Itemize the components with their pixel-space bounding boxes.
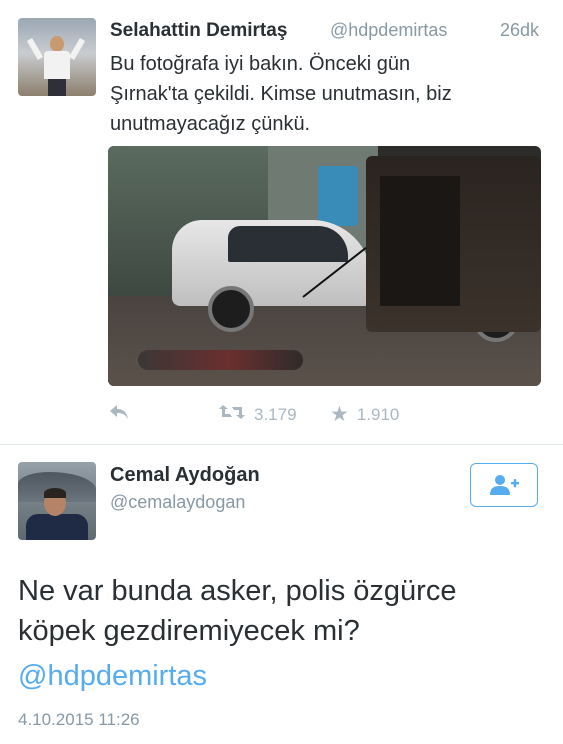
- reply-icon: [108, 402, 130, 428]
- author-handle[interactable]: @hdpdemirtas: [330, 20, 447, 41]
- follow-button[interactable]: [470, 463, 538, 507]
- tweet-text-line: unutmayacağız çünkü.: [110, 113, 311, 135]
- avatar[interactable]: [18, 462, 96, 540]
- retweet-icon: [218, 402, 246, 428]
- avatar[interactable]: [18, 18, 96, 96]
- tweet-1: Selahattin Demirtaş @hdpdemirtas 26dk Bu…: [0, 0, 563, 445]
- tweet-text-line: Şırnak'ta çekildi. Kimse unutmasın, biz: [110, 83, 452, 105]
- retweet-button[interactable]: 3.179: [218, 402, 297, 428]
- divider: [0, 444, 563, 445]
- author-handle[interactable]: @cemalaydogan: [110, 492, 245, 513]
- author-name[interactable]: Selahattin Demirtaş: [110, 20, 287, 42]
- tweet-actions: 3.179 ★ 1.910: [108, 402, 548, 428]
- tweet-time[interactable]: 26dk: [500, 20, 539, 41]
- tweet-photo[interactable]: [108, 146, 541, 386]
- star-icon: ★: [330, 403, 349, 426]
- reply-button[interactable]: [108, 402, 138, 428]
- favorite-count: 1.910: [356, 405, 400, 424]
- add-user-icon: [488, 473, 520, 497]
- favorite-button[interactable]: ★ 1.910: [330, 402, 399, 428]
- avatar-figure: [26, 36, 86, 96]
- mention-link[interactable]: @hdpdemirtas: [18, 656, 207, 696]
- tweet-text: Ne var bunda asker, polis özgürce köpek …: [18, 571, 548, 651]
- tweet-text: Bu fotoğrafa iyi bakın. Önceki gün Şırna…: [110, 49, 550, 139]
- tweet-text-line: Ne var bunda asker, polis özgürce: [18, 575, 457, 607]
- tweet-text-line: Bu fotoğrafa iyi bakın. Önceki gün: [110, 53, 411, 75]
- tweet-text-line: köpek gezdiremiyecek mi?: [18, 615, 360, 647]
- author-name[interactable]: Cemal Aydoğan: [110, 464, 260, 487]
- retweet-count: 3.179: [254, 405, 297, 424]
- tweet-date: 4.10.2015 11:26: [18, 710, 140, 729]
